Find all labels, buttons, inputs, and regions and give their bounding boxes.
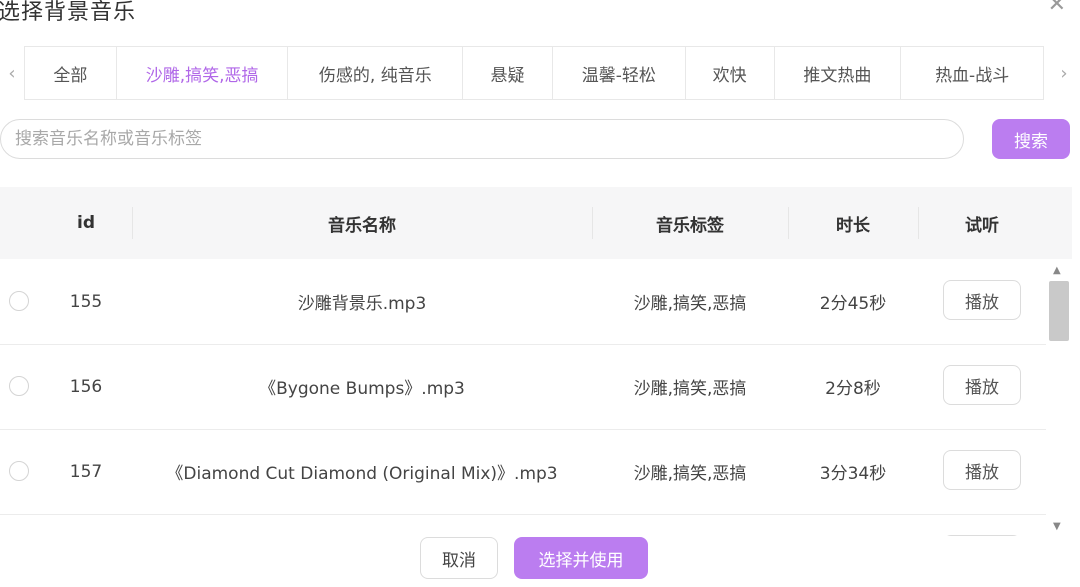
play-button[interactable]: [943, 535, 1021, 536]
cell-name: 沙雕背景乐.mp3: [297, 294, 427, 314]
header-duration: 时长: [836, 215, 870, 236]
row-radio[interactable]: [9, 291, 29, 311]
scroll-down-icon[interactable]: ▼: [1053, 521, 1061, 532]
list-scrollbar[interactable]: ▲ ▼: [1049, 259, 1069, 536]
dialog-title: 选择背景音乐: [0, 0, 137, 25]
scroll-up-icon[interactable]: ▲: [1053, 265, 1061, 276]
tab-suspense[interactable]: 悬疑: [463, 47, 553, 99]
play-button[interactable]: 播放: [943, 450, 1021, 490]
table-row[interactable]: 156 《Bygone Bumps》.mp3 沙雕,搞笑,恶搞 2分8秒 播放: [0, 344, 1046, 430]
cell-duration: 2分8秒: [825, 379, 881, 399]
header-preview: 试听: [965, 215, 999, 236]
tab-hot[interactable]: 推文热曲: [775, 47, 902, 99]
play-button[interactable]: 播放: [943, 280, 1021, 320]
tab-funny[interactable]: 沙雕,搞笑,恶搞: [117, 47, 289, 99]
row-radio[interactable]: [9, 461, 29, 481]
cell-id: 157: [69, 461, 103, 482]
cell-id: 156: [69, 376, 103, 397]
cell-tag: 沙雕,搞笑,恶搞: [633, 294, 747, 314]
chevron-right-icon[interactable]: ›: [1052, 46, 1076, 100]
scrollbar-thumb[interactable]: [1049, 281, 1069, 341]
tab-cheerful[interactable]: 欢快: [686, 47, 775, 99]
cell-name: 《Diamond Cut Diamond (Original Mix)》.mp3: [166, 464, 558, 484]
search-input[interactable]: [0, 119, 964, 159]
chevron-left-icon[interactable]: ‹: [0, 46, 24, 100]
tab-warm[interactable]: 温馨-轻松: [553, 47, 686, 99]
cancel-button[interactable]: 取消: [420, 537, 498, 579]
tab-strip: 全部 沙雕,搞笑,恶搞 伤感的, 纯音乐 悬疑 温馨-轻松 欢快 推文热曲 热血…: [24, 46, 1044, 100]
close-icon[interactable]: ✕: [1048, 0, 1066, 17]
header-id: id: [77, 213, 95, 233]
tab-sad[interactable]: 伤感的, 纯音乐: [288, 47, 464, 99]
cell-name: 《Bygone Bumps》.mp3: [259, 379, 465, 399]
table-row[interactable]: 157 《Diamond Cut Diamond (Original Mix)》…: [0, 429, 1046, 515]
tab-all[interactable]: 全部: [25, 47, 117, 99]
cell-id: 155: [69, 291, 103, 312]
play-button[interactable]: 播放: [943, 365, 1021, 405]
music-list: 155 沙雕背景乐.mp3 沙雕,搞笑,恶搞 2分45秒 播放 156 《Byg…: [0, 259, 1046, 536]
cell-duration: 3分34秒: [819, 464, 887, 484]
table-header: id 音乐名称 音乐标签 时长 试听: [0, 187, 1072, 259]
cell-duration: 2分45秒: [819, 294, 887, 314]
table-row[interactable]: 155 沙雕背景乐.mp3 沙雕,搞笑,恶搞 2分45秒 播放: [0, 259, 1046, 345]
cell-tag: 沙雕,搞笑,恶搞: [633, 464, 747, 484]
tab-battle[interactable]: 热血-战斗: [901, 47, 1043, 99]
table-row[interactable]: [0, 514, 1046, 536]
search-button[interactable]: 搜索: [992, 119, 1070, 159]
header-name: 音乐名称: [328, 215, 396, 236]
header-tag: 音乐标签: [656, 215, 724, 236]
select-and-use-button[interactable]: 选择并使用: [514, 537, 648, 579]
cell-tag: 沙雕,搞笑,恶搞: [633, 379, 747, 399]
row-radio[interactable]: [9, 376, 29, 396]
category-tabs: ‹ 全部 沙雕,搞笑,恶搞 伤感的, 纯音乐 悬疑 温馨-轻松 欢快 推文热曲 …: [0, 46, 1076, 100]
